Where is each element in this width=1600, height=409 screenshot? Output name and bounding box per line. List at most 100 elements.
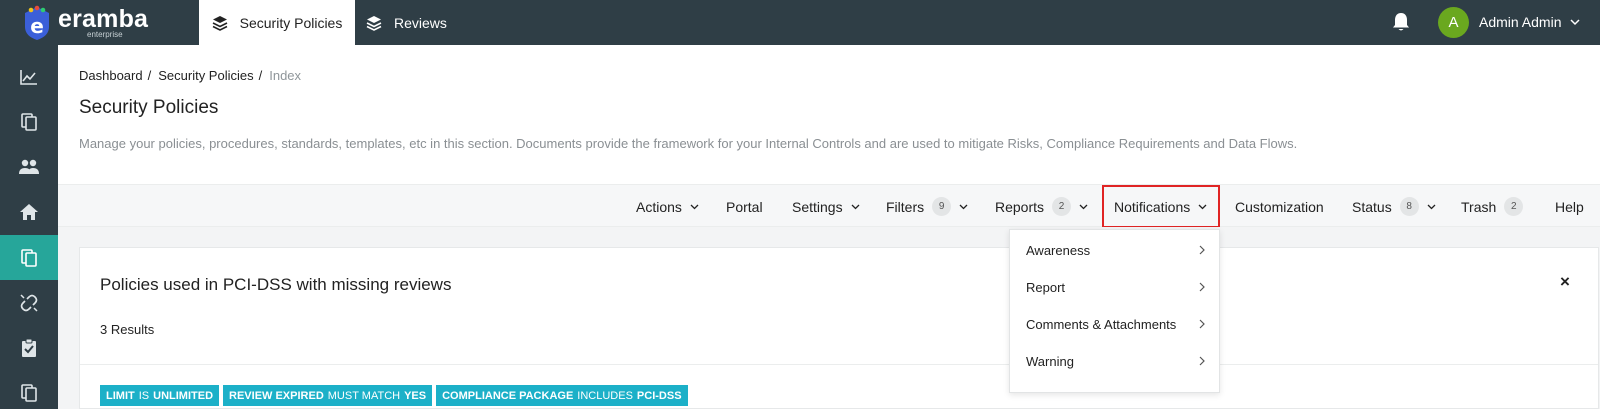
- users-icon: [19, 159, 39, 174]
- filters-count-badge: 9: [932, 197, 952, 216]
- chevron-down-icon: [690, 204, 699, 209]
- filter-chips: LIMIT IS UNLIMITED REVIEW EXPIRED MUST M…: [100, 385, 688, 406]
- filter-chip[interactable]: COMPLIANCE PACKAGE INCLUDES PCI-DSS: [436, 385, 688, 406]
- page-description: Manage your policies, procedures, standa…: [79, 136, 1298, 151]
- bell-icon[interactable]: [1390, 11, 1412, 33]
- sidebar: [0, 45, 58, 409]
- chevron-right-icon: [1199, 319, 1205, 329]
- trash-link[interactable]: Trash 2: [1461, 185, 1524, 228]
- chip-operator: INCLUDES: [577, 389, 633, 402]
- filter-chip[interactable]: LIMIT IS UNLIMITED: [100, 385, 220, 406]
- filter-card: Policies used in PCI-DSS with missing re…: [79, 247, 1599, 409]
- reports-count-badge: 2: [1052, 197, 1072, 216]
- tab-label: Security Policies: [239, 14, 343, 31]
- filter-chip[interactable]: REVIEW EXPIRED MUST MATCH YES: [223, 385, 433, 406]
- chip-field: COMPLIANCE PACKAGE: [442, 389, 574, 402]
- chevron-down-icon: [1079, 204, 1088, 209]
- sidebar-item-tasks[interactable]: [0, 325, 58, 370]
- menu-item-comments-attachments[interactable]: Comments & Attachments: [1010, 306, 1219, 343]
- clipboard-check-icon: [22, 338, 36, 357]
- app-logo[interactable]: e eramba enterprise: [0, 0, 195, 45]
- portal-link[interactable]: Portal: [726, 185, 763, 228]
- sidebar-item-home[interactable]: [0, 189, 58, 234]
- menu-item-report[interactable]: Report: [1010, 269, 1219, 306]
- help-link[interactable]: Help: [1555, 185, 1584, 228]
- tab-label: Reviews: [394, 14, 447, 31]
- filters-label: Filters: [886, 198, 925, 215]
- actions-label: Actions: [636, 198, 682, 215]
- unlink-icon: [20, 293, 38, 312]
- filters-menu[interactable]: Filters 9: [886, 185, 968, 228]
- menu-item-label: Warning: [1026, 354, 1074, 369]
- chevron-down-icon: [1570, 18, 1581, 25]
- user-menu[interactable]: A Admin Admin: [1438, 6, 1581, 38]
- status-count-badge: 8: [1399, 197, 1419, 216]
- chip-field: REVIEW EXPIRED: [229, 389, 324, 402]
- documents-icon: [21, 112, 37, 131]
- sidebar-item-dashboard[interactable]: [0, 54, 58, 99]
- notifications-dropdown: Awareness Report Comments & Attachments …: [1009, 229, 1220, 393]
- results-count: 3 Results: [100, 322, 155, 337]
- sidebar-item-documents[interactable]: [0, 99, 58, 144]
- documents-icon: [21, 383, 37, 402]
- status-label: Status: [1352, 198, 1392, 215]
- chevron-down-icon: [1198, 204, 1207, 209]
- actions-menu[interactable]: Actions: [636, 185, 699, 228]
- top-navbar: e eramba enterprise Security Policies Re…: [0, 0, 1600, 45]
- chart-icon: [20, 69, 37, 85]
- portal-label: Portal: [726, 198, 763, 215]
- menu-item-label: Report: [1026, 280, 1066, 295]
- menu-item-label: Awareness: [1026, 243, 1091, 258]
- notifications-label: Notifications: [1114, 198, 1191, 215]
- chip-operator: MUST MATCH: [327, 389, 401, 402]
- chevron-right-icon: [1199, 282, 1205, 292]
- home-icon: [20, 203, 38, 220]
- chevron-right-icon: [1199, 245, 1205, 255]
- settings-menu[interactable]: Settings: [792, 185, 860, 228]
- svg-text:e: e: [30, 14, 44, 38]
- settings-label: Settings: [792, 198, 843, 215]
- close-icon[interactable]: ×: [1560, 272, 1570, 292]
- layers-icon: [366, 15, 382, 31]
- eramba-logo-icon: e: [25, 5, 49, 40]
- action-toolbar: Actions Portal Settings Filters 9 Report…: [58, 184, 1600, 227]
- chevron-right-icon: [1199, 356, 1205, 366]
- reports-label: Reports: [995, 198, 1045, 215]
- customization-link[interactable]: Customization: [1235, 185, 1324, 228]
- trash-label: Trash: [1461, 198, 1497, 215]
- sidebar-item-policies[interactable]: [0, 235, 58, 280]
- help-label: Help: [1555, 198, 1584, 215]
- avatar: A: [1438, 6, 1469, 38]
- chevron-down-icon: [851, 204, 860, 209]
- chip-value: UNLIMITED: [153, 389, 214, 402]
- chip-operator: IS: [138, 389, 150, 402]
- layers-icon: [212, 15, 227, 31]
- sidebar-item-documents-2[interactable]: [0, 370, 58, 409]
- menu-item-label: Comments & Attachments: [1026, 317, 1177, 332]
- menu-item-awareness[interactable]: Awareness: [1010, 232, 1219, 269]
- divider: [80, 364, 1598, 365]
- sidebar-item-links[interactable]: [0, 280, 58, 325]
- reports-menu[interactable]: Reports 2: [995, 185, 1088, 228]
- notifications-menu[interactable]: Notifications: [1114, 185, 1207, 228]
- logo-text: eramba: [58, 4, 149, 33]
- status-menu[interactable]: Status 8: [1352, 185, 1436, 228]
- tab-security-policies[interactable]: Security Policies: [199, 0, 355, 45]
- tab-reviews[interactable]: Reviews: [366, 0, 447, 45]
- menu-item-warning[interactable]: Warning: [1010, 343, 1219, 380]
- chip-field: LIMIT: [106, 389, 135, 402]
- chevron-down-icon: [1427, 204, 1436, 209]
- filter-card-title: Policies used in PCI-DSS with missing re…: [100, 275, 452, 294]
- logo-subtext: enterprise: [87, 29, 123, 39]
- documents-icon: [21, 248, 37, 267]
- breadcrumb-current: Index: [269, 68, 302, 83]
- customization-label: Customization: [1235, 198, 1324, 215]
- chip-value: PCI-DSS: [636, 389, 682, 402]
- user-name: Admin Admin: [1479, 14, 1562, 30]
- sidebar-item-users[interactable]: [0, 144, 58, 189]
- breadcrumb: Dashboard / Security Policies / Index: [79, 68, 302, 83]
- chip-value: YES: [404, 389, 427, 402]
- trash-count-badge: 2: [1504, 197, 1524, 216]
- breadcrumb-security-policies[interactable]: Security Policies: [158, 68, 253, 83]
- breadcrumb-dashboard[interactable]: Dashboard: [79, 68, 143, 83]
